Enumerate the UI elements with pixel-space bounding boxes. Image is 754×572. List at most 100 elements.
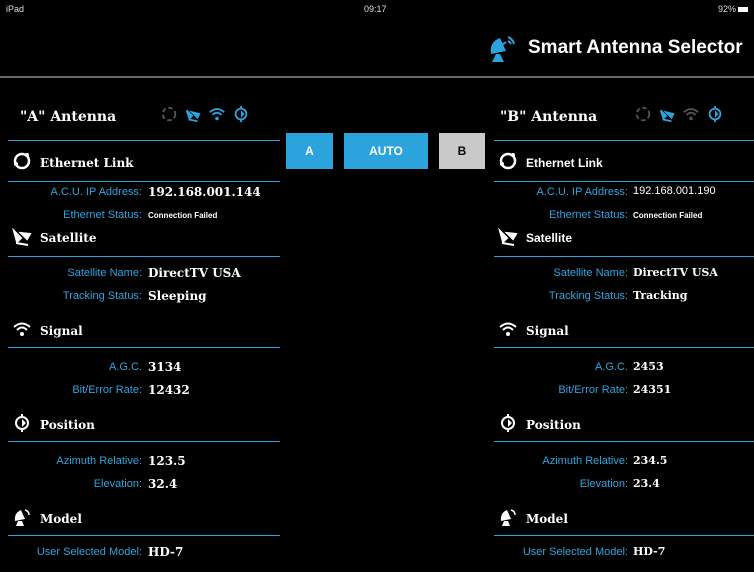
agc-value: 3134 <box>148 360 182 374</box>
agc-row: A.G.C. 3134 <box>8 357 280 380</box>
position-section-header: Position <box>494 403 754 442</box>
satellite-icon <box>12 227 32 246</box>
battery-percent: 92% <box>717 4 736 14</box>
battery-icon <box>738 7 748 13</box>
satellite-name-row: Satellite Name: DirectTV USA <box>8 263 280 286</box>
satellite-section-header: Satellite <box>494 222 754 257</box>
ethernet-status-label: Ethernet Status: <box>549 209 628 221</box>
ethernet-status-value: Connection Failed <box>633 211 703 220</box>
device-label: iPad <box>6 4 25 14</box>
ber-label: Bit/Error Rate: <box>72 384 142 396</box>
status-bar: iPad 09:17 92% <box>0 0 754 18</box>
model-label: User Selected Model: <box>36 546 142 558</box>
elevation-row: Elevation: 32.4 <box>8 474 280 497</box>
satellite-icon <box>498 227 518 246</box>
elevation-value: 23.4 <box>633 477 660 490</box>
model-title: Model <box>40 512 82 526</box>
ber-row: Bit/Error Rate: 12432 <box>8 380 280 403</box>
ber-row: Bit/Error Rate: 24351 <box>494 380 754 403</box>
satellite-dish-logo-icon <box>490 36 515 62</box>
satellite-status-icon <box>185 109 201 123</box>
select-antenna-b-button[interactable]: B <box>439 133 485 169</box>
model-row: User Selected Model: HD-7 <box>494 542 754 565</box>
position-title: Position <box>40 418 95 432</box>
model-label: User Selected Model: <box>522 546 628 558</box>
agc-row: A.G.C. 2453 <box>494 357 754 380</box>
signal-section-header: Signal <box>8 309 280 348</box>
model-value: HD-7 <box>633 545 666 558</box>
signal-icon <box>499 322 517 336</box>
tracking-row: Tracking Status: Sleeping <box>8 286 280 309</box>
ethernet-icon <box>499 152 517 170</box>
ethernet-title: Ethernet Link <box>40 156 134 170</box>
position-icon <box>15 414 29 432</box>
model-row: User Selected Model: HD-7 <box>8 542 280 565</box>
model-dish-icon <box>14 509 30 526</box>
azimuth-row: Azimuth Relative: 123.5 <box>8 451 280 474</box>
ethernet-status-icon <box>161 106 177 122</box>
auto-select-button[interactable]: AUTO <box>344 133 428 169</box>
ethernet-section-header: Ethernet Link <box>494 141 754 182</box>
antenna-a-header: "A" Antenna <box>8 78 280 141</box>
satellite-status-icon <box>659 109 675 123</box>
tracking-label: Tracking Status: <box>62 290 142 302</box>
ber-value: 12432 <box>148 383 190 397</box>
app-header: Smart Antenna Selector <box>0 18 754 78</box>
model-title: Model <box>526 512 568 526</box>
antenna-b-status-icons <box>634 105 724 123</box>
azimuth-row: Azimuth Relative: 234.5 <box>494 451 754 474</box>
ip-row: A.C.U. IP Address: 192.168.001.190 <box>494 182 754 205</box>
signal-section-header: Signal <box>494 309 754 348</box>
select-antenna-a-button[interactable]: A <box>286 133 333 169</box>
ethernet-title: Ethernet Link <box>526 156 603 170</box>
azimuth-label: Azimuth Relative: <box>542 455 628 467</box>
azimuth-label: Azimuth Relative: <box>56 455 142 467</box>
elevation-label: Elevation: <box>93 478 142 490</box>
ip-value: 192.168.001.190 <box>633 185 716 197</box>
ethernet-icon <box>13 152 31 170</box>
agc-label: A.G.C. <box>108 361 142 373</box>
ip-label: A.C.U. IP Address: <box>50 186 142 198</box>
position-section-header: Position <box>8 403 280 442</box>
tracking-row: Tracking Status: Tracking <box>494 286 754 309</box>
antenna-a-panel: "A" Antenna Ethernet Link A.C.U. IP Addr… <box>8 78 280 565</box>
model-section-header: Model <box>494 497 754 536</box>
app-title: Smart Antenna Selector <box>528 37 743 58</box>
satellite-name-label: Satellite Name: <box>553 267 628 279</box>
satellite-title: Satellite <box>40 231 97 245</box>
antenna-a-status-icons <box>160 105 250 123</box>
battery-indicator: 92% <box>718 4 748 14</box>
agc-value: 2453 <box>633 360 664 373</box>
elevation-label: Elevation: <box>579 478 628 490</box>
agc-label: A.G.C. <box>594 361 628 373</box>
signal-title: Signal <box>40 324 83 338</box>
signal-status-icon <box>209 108 225 121</box>
satellite-title: Satellite <box>526 231 573 245</box>
elevation-value: 32.4 <box>148 477 178 491</box>
ip-row: A.C.U. IP Address: 192.168.001.144 <box>8 182 280 205</box>
antenna-b-panel: "B" Antenna Ethernet Link A.C.U. IP Addr… <box>494 78 754 565</box>
satellite-name-value: DirectTV USA <box>148 266 241 280</box>
app-title-group: Smart Antenna Selector <box>486 32 743 64</box>
tracking-value: Sleeping <box>148 289 207 303</box>
ethernet-status-value: Connection Failed <box>148 211 218 220</box>
ip-label: A.C.U. IP Address: <box>536 186 628 198</box>
azimuth-value: 234.5 <box>633 454 668 467</box>
ethernet-status-icon <box>635 106 651 122</box>
satellite-name-label: Satellite Name: <box>67 267 142 279</box>
tracking-label: Tracking Status: <box>548 290 628 302</box>
position-title: Position <box>526 418 581 432</box>
position-icon <box>501 414 515 432</box>
position-status-icon <box>708 105 722 123</box>
ip-value: 192.168.001.144 <box>148 185 261 199</box>
ethernet-status-label: Ethernet Status: <box>63 209 142 221</box>
position-status-icon <box>234 105 248 123</box>
antenna-b-header: "B" Antenna <box>494 78 754 141</box>
model-value: HD-7 <box>148 545 184 559</box>
tracking-value: Tracking <box>633 289 688 302</box>
clock: 09:17 <box>364 4 387 14</box>
ber-label: Bit/Error Rate: <box>558 384 628 396</box>
satellite-name-value: DirectTV USA <box>633 266 718 279</box>
ber-value: 24351 <box>633 383 672 396</box>
satellite-section-header: Satellite <box>8 222 280 257</box>
